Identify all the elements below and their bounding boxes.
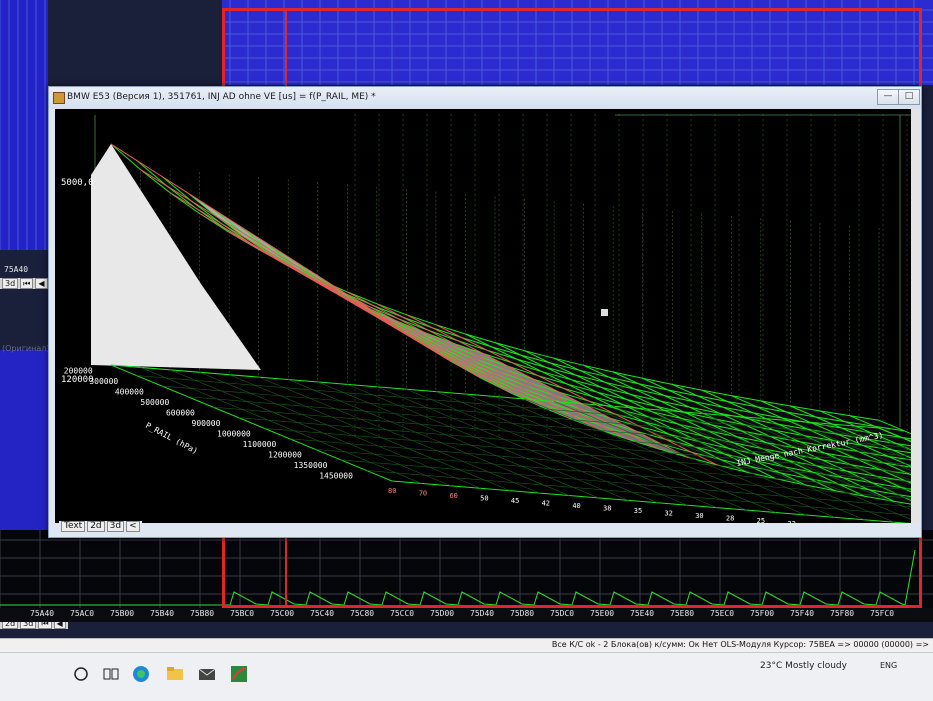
me-tick-label: 40 [572,502,580,510]
plot-scrollbar[interactable] [911,109,920,523]
me-tick-label: 20 [818,522,826,523]
mail-icon[interactable] [196,663,218,685]
left-tab-3d[interactable]: 3d [2,278,19,289]
ruler-address-label: 75AC0 [70,609,95,618]
windows-taskbar: 23°C Mostly cloudy ENG [0,652,933,701]
rail-tick-label: 900000 [192,419,221,428]
edge-browser-icon[interactable] [130,663,152,685]
ruler-address-label: 75B40 [150,609,175,618]
mesh-line [287,264,570,419]
status-bar: Все К/С ok - 2 Блока(ов) к/сумм: Ок Нет … [0,638,933,653]
mesh-line [258,248,540,407]
app-icon [53,92,65,104]
window-titlebar[interactable]: BMW E53 (Версия 1), 351761, INJ AD ohne … [49,87,921,109]
cursor-icon [601,309,608,316]
mesh-line [317,278,600,430]
ruler-address-label: 75E00 [590,609,615,618]
window-title: BMW E53 (Версия 1), 351761, INJ AD ohne … [67,92,376,102]
plot-back-grid [94,114,911,439]
me-tick-label: 38 [603,505,611,513]
tab-2d[interactable]: 2d [87,521,105,532]
left-tab-prev[interactable]: ◀ [35,278,48,289]
rail-tick-label: 400000 [115,387,144,396]
start-search-icon[interactable] [70,663,92,685]
left-original-label: (Оригинал) [2,344,50,353]
tab-3d[interactable]: 3d [106,521,125,532]
rail-tick-label: 200000 [64,366,93,375]
ruler-address-label: 75CC0 [390,609,415,618]
ruler-address-label: 75C40 [310,609,335,618]
status-text: Все К/С ok - 2 Блока(ов) к/сумм: Ок Нет … [551,640,929,649]
ruler-address-label: 75C00 [270,609,295,618]
ruler-address-label: 75E40 [630,609,655,618]
left-address-label: 75A40 [4,265,29,274]
ruler-address-label: 75A40 [30,609,55,618]
me-tick-label: 32 [664,510,672,518]
address-ruler: 75A40 75AC0 75B00 75B40 75B80 75BC0 75C00 75C40… [0,608,933,622]
winols-app-icon[interactable] [228,663,250,685]
ruler-address-label: 75DC0 [550,609,575,618]
rail-tick-label: 1000000 [217,430,251,439]
tab-text[interactable]: Text [61,521,86,532]
me-tick-label: 60 [449,492,457,500]
view-tab-bar: Text 2d 3d < [59,521,142,532]
me-tick-label: 50 [480,495,488,503]
left-tab-first[interactable]: ⏮ [20,278,34,289]
plot-walls [91,144,261,370]
surface-plot-svg: 5000,0 120000 P_RAIL (hPa) INJ Menge nac… [61,114,911,523]
me-tick-label: 45 [511,497,519,505]
rail-tick-label: 500000 [140,398,169,407]
me-tick-label: 28 [726,515,734,523]
language-indicator[interactable]: ENG [880,661,897,670]
z-axis-top-label: 5000,0 [61,178,94,188]
me-tick-label: 35 [634,507,642,515]
maximize-button[interactable]: □ [898,89,920,105]
ruler-address-label: 75D00 [430,609,455,618]
me-tick-label: 30 [695,512,703,520]
rail-tick-label: 1450000 [319,472,353,481]
rail-tick-label: 300000 [89,377,118,386]
ruler-address-label: 75EC0 [710,609,735,618]
me-tick-label: 80 [388,487,396,495]
ruler-address-label: 75BC0 [230,609,255,618]
me-tick-label: 42 [542,500,550,508]
ruler-address-label: 75D40 [470,609,495,618]
ruler-address-label: 75C80 [350,609,375,618]
ruler-address-label: 75E80 [670,609,695,618]
rail-tick-label: 600000 [166,408,195,417]
me-tick-label: 22 [787,520,795,523]
rail-tick-label: 1100000 [243,440,277,449]
ruler-address-label: 75F80 [830,609,855,618]
me-tick-label: 70 [419,490,427,498]
ruler-address-label: 75B00 [110,609,135,618]
ruler-address-label: 75F00 [750,609,775,618]
tab-scroll-left[interactable]: < [126,521,140,532]
ruler-address-label: 75D80 [510,609,535,618]
plot-side-wall [91,144,261,370]
rail-tick-label: 1200000 [268,451,302,460]
ruler-address-label: 75B80 [190,609,215,618]
left-tab-bar: 3d ⏮ ◀ [0,278,50,289]
surface-plot-3d[interactable]: 5000,0 120000 P_RAIL (hPa) INJ Menge nac… [55,109,911,523]
file-explorer-icon[interactable] [164,663,186,685]
map-3d-window: BMW E53 (Версия 1), 351761, INJ AD ohne … [48,86,922,538]
weather-widget[interactable]: 23°C Mostly cloudy [760,661,847,671]
me-tick-label: 25 [757,517,765,523]
minimize-button[interactable]: — [877,89,899,105]
ruler-address-label: 75F40 [790,609,815,618]
task-view-icon[interactable] [100,663,122,685]
rail-tick-label: 1350000 [294,461,328,470]
ruler-address-label: 75FC0 [870,609,895,618]
